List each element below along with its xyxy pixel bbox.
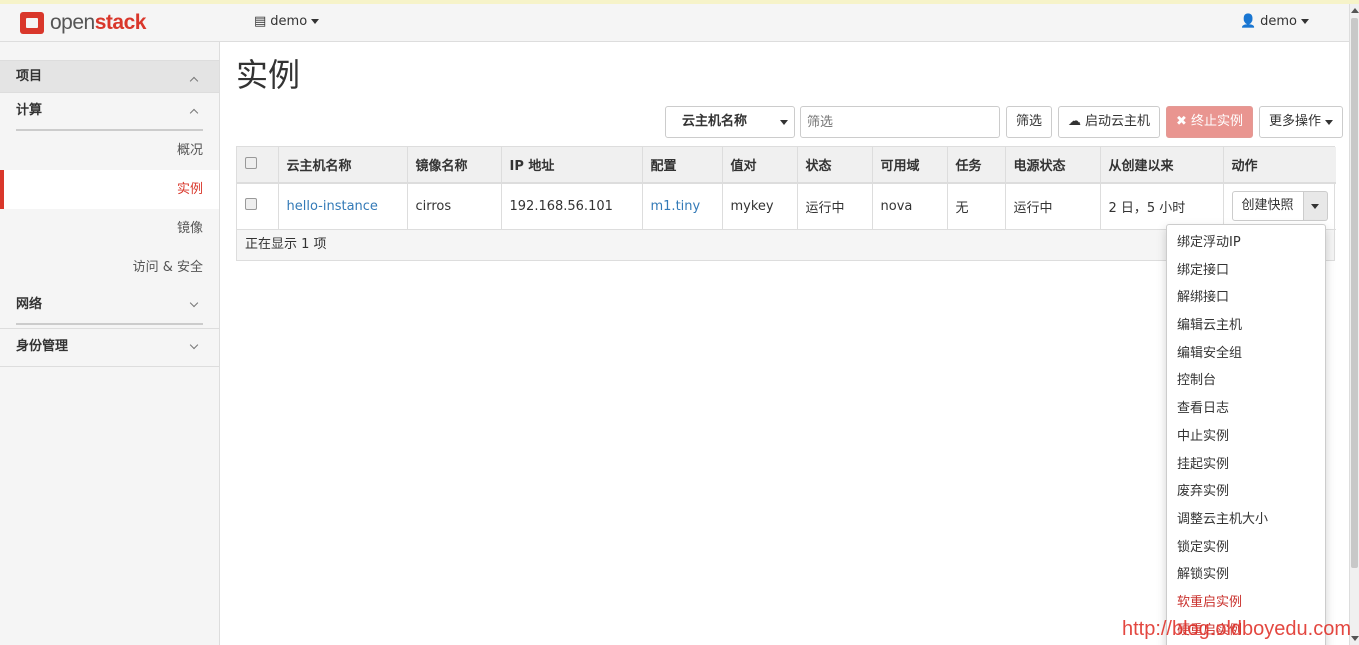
task-cell: 无 (947, 183, 1006, 230)
column-header[interactable]: IP 地址 (501, 147, 643, 184)
menu-item-shelve-instance[interactable]: 废弃实例 (1167, 478, 1325, 506)
table-header-row: 云主机名称 镜像名称 IP 地址 配置 值对 状态 可用域 任务 电源状态 从创… (237, 147, 1336, 184)
user-menu-label: demo (1260, 14, 1297, 29)
row-actions-split-button: 创建快照 (1231, 191, 1337, 222)
menu-item-detach-interface[interactable]: 解绑接口 (1167, 284, 1325, 312)
divider (16, 323, 203, 325)
menu-item-unlock-instance[interactable]: 解锁实例 (1167, 561, 1325, 589)
launch-instance-button[interactable]: ☁ 启动云主机 (1058, 106, 1161, 138)
cloud-upload-icon: ☁ (1068, 114, 1082, 129)
scroll-up-arrow-icon[interactable] (1351, 8, 1359, 13)
row-select-cell (237, 183, 279, 230)
column-header[interactable]: 镜像名称 (407, 147, 502, 184)
sidebar-group-project[interactable]: 项目 (0, 60, 219, 93)
menu-item-resize-instance[interactable]: 调整云主机大小 (1167, 506, 1325, 534)
page-title: 实例 (236, 56, 301, 94)
more-actions-button[interactable]: 更多操作 (1258, 106, 1343, 138)
menu-item-console[interactable]: 控制台 (1167, 367, 1325, 395)
column-header[interactable]: 状态 (797, 147, 873, 184)
menu-item-edit-security-groups[interactable]: 编辑安全组 (1167, 340, 1325, 368)
caret-down-icon (780, 120, 788, 125)
select-all-cell (237, 147, 279, 184)
row-actions-dropdown: 绑定浮动IP 绑定接口 解绑接口 编辑云主机 编辑安全组 控制台 查看日志 中止… (1166, 224, 1326, 645)
column-header[interactable]: 从创建以来 (1100, 147, 1224, 184)
page-scrollbar[interactable] (1349, 4, 1359, 645)
menu-item-associate-floating-ip[interactable]: 绑定浮动IP (1167, 229, 1325, 257)
flavor-cell: m1.tiny (642, 183, 723, 230)
caret-down-icon (1324, 119, 1333, 125)
close-icon: ✖ (1176, 114, 1187, 129)
openstack-logo-icon (20, 12, 44, 34)
sidebar: 项目 计算 概况 实例 镜像 访问 & 安全 网络 身份管理 (0, 42, 220, 645)
menu-item-suspend-instance[interactable]: 挂起实例 (1167, 451, 1325, 479)
menu-item-attach-interface[interactable]: 绑定接口 (1167, 257, 1325, 285)
flavor-link[interactable]: m1.tiny (651, 199, 701, 214)
row-checkbox[interactable] (245, 198, 257, 211)
sidebar-group-label: 身份管理 (16, 339, 69, 354)
scrollbar-thumb[interactable] (1351, 18, 1358, 568)
filter-input[interactable] (800, 106, 1000, 138)
menu-item-view-log[interactable]: 查看日志 (1167, 395, 1325, 423)
availability-zone-cell: nova (872, 183, 948, 230)
caret-down-icon (311, 19, 320, 24)
brand-name: openstack (50, 11, 146, 34)
top-navbar: openstack ▤ demo 👤 demo (0, 4, 1349, 42)
divider (16, 129, 203, 131)
column-header[interactable]: 值对 (722, 147, 798, 184)
sidebar-item-overview[interactable]: 概况 (0, 131, 219, 170)
row-actions-toggle[interactable] (1303, 191, 1328, 222)
instance-name-cell: hello-instance (278, 183, 408, 230)
sidebar-item-instances[interactable]: 实例 (0, 170, 219, 209)
sidebar-item-access-security[interactable]: 访问 & 安全 (0, 248, 219, 287)
column-header[interactable]: 云主机名称 (278, 147, 408, 184)
terminate-instances-label: 终止实例 (1190, 114, 1243, 129)
ip-address-cell: 192.168.56.101 (501, 183, 643, 230)
sidebar-group-label: 计算 (16, 103, 43, 118)
caret-down-icon (1301, 19, 1309, 24)
create-snapshot-button[interactable]: 创建快照 (1231, 191, 1304, 222)
user-icon: 👤 (1239, 14, 1257, 29)
image-name-cell: cirros (407, 183, 502, 230)
age-cell: 2 日，5 小时 (1100, 183, 1224, 230)
launch-instance-label: 启动云主机 (1085, 114, 1151, 129)
menu-item-edit-instance[interactable]: 编辑云主机 (1167, 312, 1325, 340)
more-actions-label: 更多操作 (1268, 114, 1321, 129)
menu-item-lock-instance[interactable]: 锁定实例 (1167, 534, 1325, 562)
select-all-checkbox[interactable] (245, 156, 257, 169)
table-toolbar: 云主机名称 筛选 ☁ 启动云主机 ✖ 终止实例 更多操作 (665, 106, 1343, 138)
menu-item-soft-reboot[interactable]: 软重启实例 (1167, 589, 1325, 617)
sidebar-group-compute[interactable]: 计算 (0, 93, 219, 131)
sidebar-group-network[interactable]: 网络 (0, 287, 219, 325)
column-header[interactable]: 可用域 (872, 147, 948, 184)
column-header[interactable]: 任务 (947, 147, 1006, 184)
filter-field-select[interactable]: 云主机名称 (665, 106, 795, 138)
filter-field-label: 云主机名称 (682, 114, 748, 129)
actions-cell: 创建快照 (1223, 183, 1337, 230)
sidebar-group-identity[interactable]: 身份管理 (0, 329, 219, 367)
terminate-instances-button[interactable]: ✖ 终止实例 (1166, 106, 1253, 138)
column-header[interactable]: 电源状态 (1005, 147, 1101, 184)
filter-button[interactable]: 筛选 (1006, 106, 1053, 138)
caret-down-icon (1310, 204, 1319, 210)
column-header: 动作 (1223, 147, 1336, 184)
column-header[interactable]: 配置 (642, 147, 723, 184)
project-switcher[interactable]: ▤ demo (254, 14, 320, 29)
sidebar-group-label: 项目 (16, 69, 43, 84)
table-row: hello-instance cirros 192.168.56.101 m1.… (237, 183, 1337, 230)
project-icon: ▤ (254, 14, 267, 29)
project-switcher-label: demo (270, 14, 308, 29)
user-menu[interactable]: 👤 demo (1240, 14, 1309, 29)
power-state-cell: 运行中 (1005, 183, 1101, 230)
scroll-down-arrow-icon[interactable] (1351, 636, 1359, 641)
sidebar-group-label: 网络 (16, 297, 43, 312)
instance-name-link[interactable]: hello-instance (287, 199, 378, 214)
openstack-logo[interactable]: openstack (20, 11, 146, 35)
watermark-text: http://blog.oldboyedu.com (1121, 618, 1351, 640)
keypair-cell: mykey (722, 183, 798, 230)
menu-item-pause-instance[interactable]: 中止实例 (1167, 423, 1325, 451)
status-cell: 运行中 (797, 183, 873, 230)
sidebar-item-images[interactable]: 镜像 (0, 209, 219, 248)
